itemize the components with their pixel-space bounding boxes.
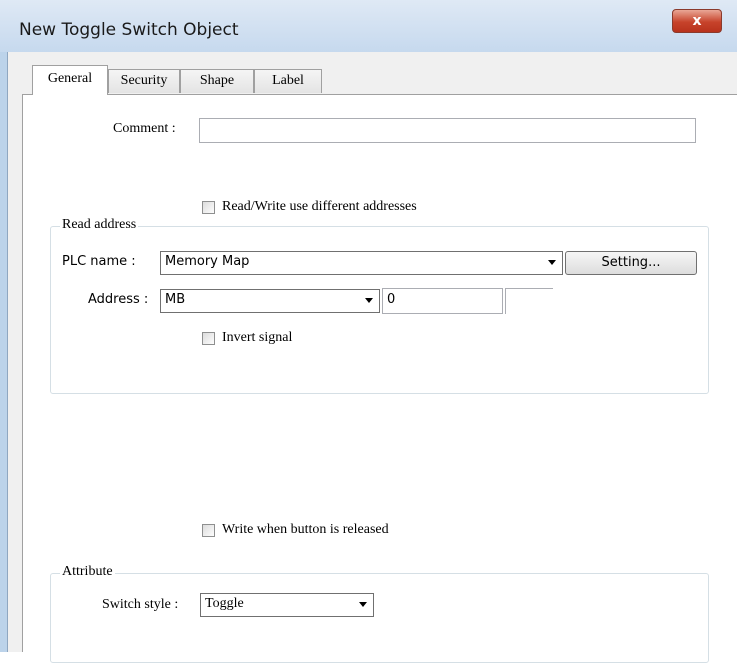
address-label: Address : — [88, 292, 149, 307]
chevron-down-icon — [548, 260, 556, 265]
chevron-down-icon — [359, 602, 367, 607]
write-when-released-checkbox[interactable] — [202, 524, 215, 537]
setting-button[interactable]: Setting... — [565, 251, 697, 275]
tab-label[interactable]: Label — [254, 69, 322, 93]
tab-security[interactable]: Security — [108, 69, 180, 93]
switch-style-label: Switch style : — [102, 597, 179, 612]
tab-general[interactable]: General — [32, 65, 108, 95]
title-bar[interactable]: New Toggle Switch Object x — [0, 0, 737, 52]
address-device-value: MB — [165, 292, 186, 307]
address-value-input[interactable]: 0 — [382, 288, 503, 314]
plc-name-value: Memory Map — [165, 254, 250, 269]
invert-signal-label: Invert signal — [222, 330, 293, 345]
plc-name-select[interactable]: Memory Map — [160, 251, 563, 275]
switch-style-value: Toggle — [205, 596, 244, 611]
comment-input[interactable] — [199, 118, 696, 143]
address-device-select[interactable]: MB — [160, 289, 380, 313]
chevron-down-icon — [365, 298, 373, 303]
rw-different-label: Read/Write use different addresses — [222, 199, 417, 214]
comment-label: Comment : — [113, 121, 176, 136]
dialog-window: New Toggle Switch Object x General Secur… — [0, 0, 737, 663]
attribute-group — [50, 573, 709, 663]
write-when-released-label: Write when button is released — [222, 522, 389, 537]
attribute-legend: Attribute — [60, 564, 115, 580]
tab-shape[interactable]: Shape — [180, 69, 254, 93]
plc-name-label: PLC name : — [62, 254, 136, 269]
switch-style-select[interactable]: Toggle — [200, 593, 374, 617]
read-address-legend: Read address — [60, 217, 139, 233]
window-title: New Toggle Switch Object — [19, 20, 239, 40]
rw-different-checkbox[interactable] — [202, 201, 215, 214]
invert-signal-checkbox[interactable] — [202, 332, 215, 345]
close-button[interactable]: x — [672, 9, 722, 33]
address-extra-input[interactable] — [505, 288, 553, 314]
